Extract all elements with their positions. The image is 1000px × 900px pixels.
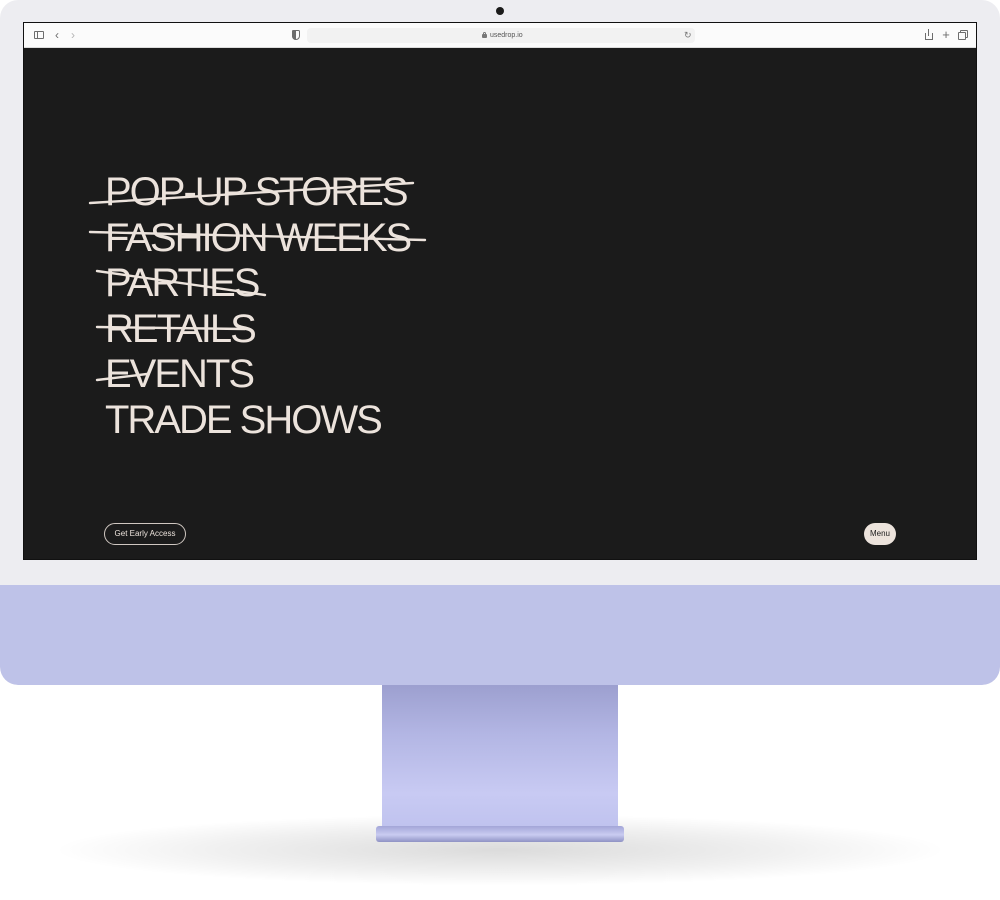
get-early-access-button[interactable]: Get Early Access: [104, 523, 186, 545]
imac-mockup: ‹ › usedrop.io ↻ + POP-UP STORES FASHION…: [0, 0, 1000, 900]
browser-toolbar: ‹ › usedrop.io ↻ +: [24, 23, 976, 48]
hero-word-text: FASHION WEEKS: [105, 215, 412, 260]
hero-word: EVENTS: [95, 352, 605, 398]
address-bar[interactable]: usedrop.io ↻: [307, 28, 695, 43]
back-icon[interactable]: ‹: [51, 29, 63, 41]
hero-word: FASHION WEEKS: [88, 215, 605, 262]
hero-word-text: TRADE SHOWS: [105, 397, 383, 442]
hero-word: RETAILS: [95, 306, 605, 353]
hero-word-text: RETAILS: [105, 306, 257, 351]
share-icon[interactable]: [923, 29, 935, 41]
hero-word-text: EVENTS: [105, 352, 255, 396]
hero-word-list: POP-UP STORES FASHION WEEKS PARTIES RETA…: [88, 170, 605, 444]
new-tab-icon[interactable]: +: [940, 28, 952, 41]
hero-word: POP-UP STORES: [88, 170, 605, 216]
hero-word: PARTIES: [95, 261, 605, 307]
shield-icon[interactable]: [290, 29, 302, 41]
hero-word-text: POP-UP STORES: [105, 170, 408, 214]
hero-word: TRADE SHOWS: [105, 398, 605, 444]
monitor-body: ‹ › usedrop.io ↻ + POP-UP STORES FASHION…: [0, 0, 1000, 685]
monitor-chin: [0, 585, 1000, 685]
lock-icon: [482, 32, 487, 38]
forward-icon[interactable]: ›: [67, 29, 79, 41]
url-text: usedrop.io: [490, 32, 523, 39]
camera-icon: [496, 7, 504, 15]
browser-window: ‹ › usedrop.io ↻ + POP-UP STORES FASHION…: [23, 22, 977, 560]
hero-word-text: PARTIES: [105, 261, 260, 305]
monitor-stand: [382, 684, 618, 830]
reload-icon[interactable]: ↻: [684, 29, 692, 41]
monitor-stand-base: [376, 826, 624, 842]
tabs-overview-icon[interactable]: [957, 29, 969, 41]
sidebar-icon[interactable]: [33, 29, 45, 41]
menu-button[interactable]: Menu: [864, 523, 896, 545]
